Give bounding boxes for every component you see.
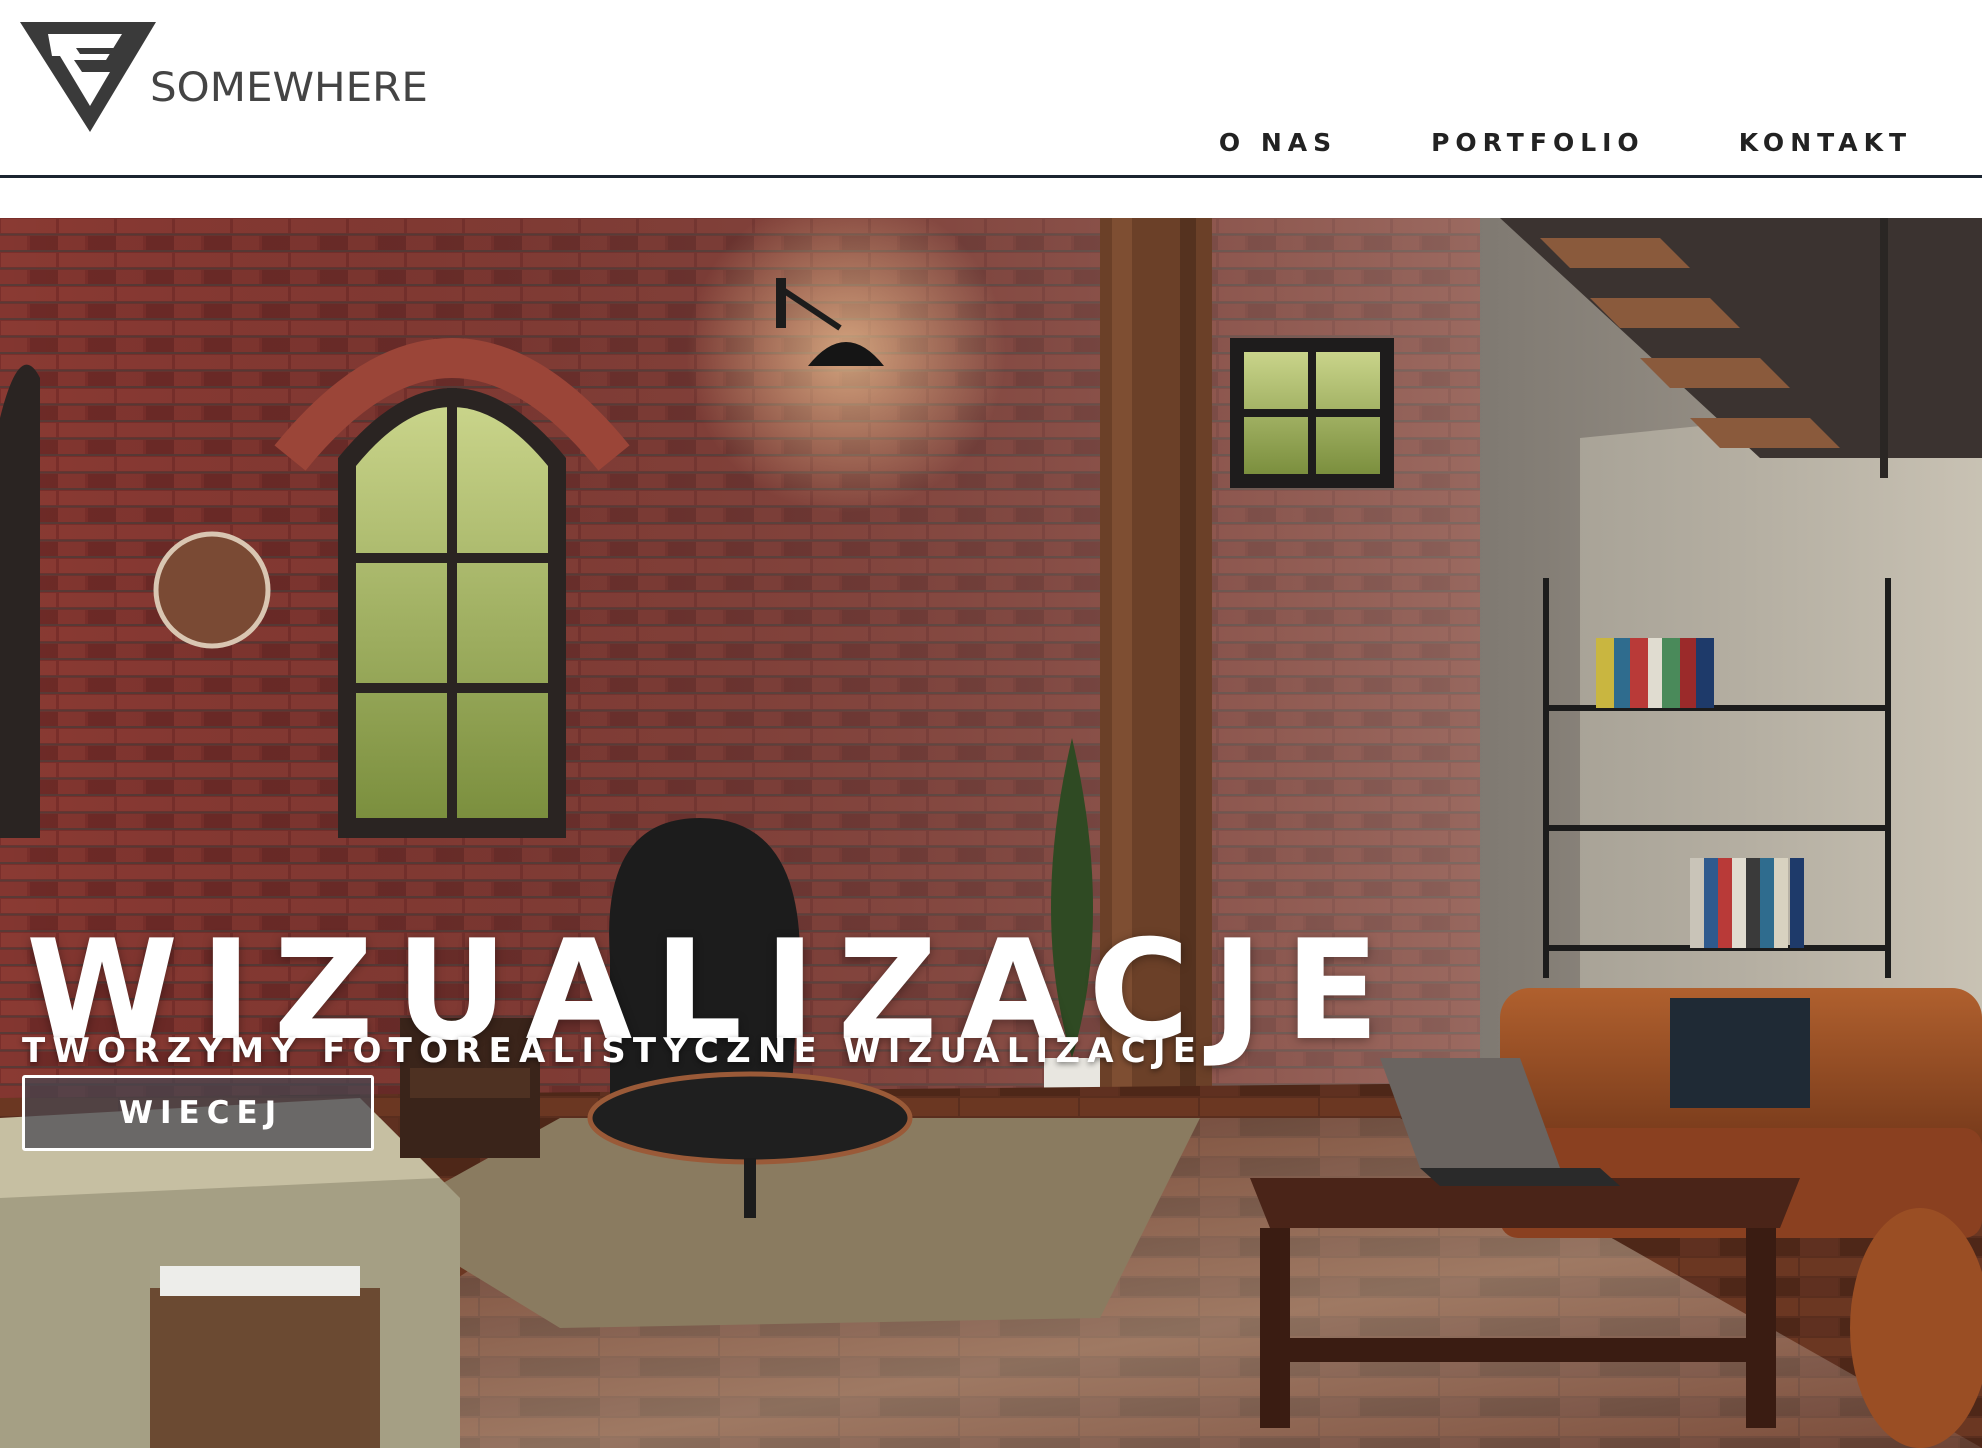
- somewhere-logo-icon: [20, 22, 156, 132]
- hero-subtitle: TWORZYMY FOTOREALISTYCZNE WIZUALIZACJE: [22, 1031, 1204, 1071]
- nav-item-o-nas[interactable]: O NAS: [1219, 130, 1337, 155]
- hero-background-image: [0, 218, 1982, 1448]
- nav-item-portfolio[interactable]: PORTFOLIO: [1431, 130, 1645, 155]
- main-nav: O NAS PORTFOLIO KONTAKT: [1219, 130, 1912, 155]
- site-header: SOMEWHERE O NAS PORTFOLIO KONTAKT: [0, 0, 1982, 178]
- logo-wordmark: SOMEWHERE: [150, 65, 428, 111]
- wiecej-button[interactable]: WIECEJ: [22, 1075, 374, 1151]
- nav-item-kontakt[interactable]: KONTAKT: [1739, 130, 1912, 155]
- logo-link[interactable]: SOMEWHERE: [18, 20, 458, 135]
- hero-section: WIZUALIZACJE TWORZYMY FOTOREALISTYCZNE W…: [0, 218, 1982, 1448]
